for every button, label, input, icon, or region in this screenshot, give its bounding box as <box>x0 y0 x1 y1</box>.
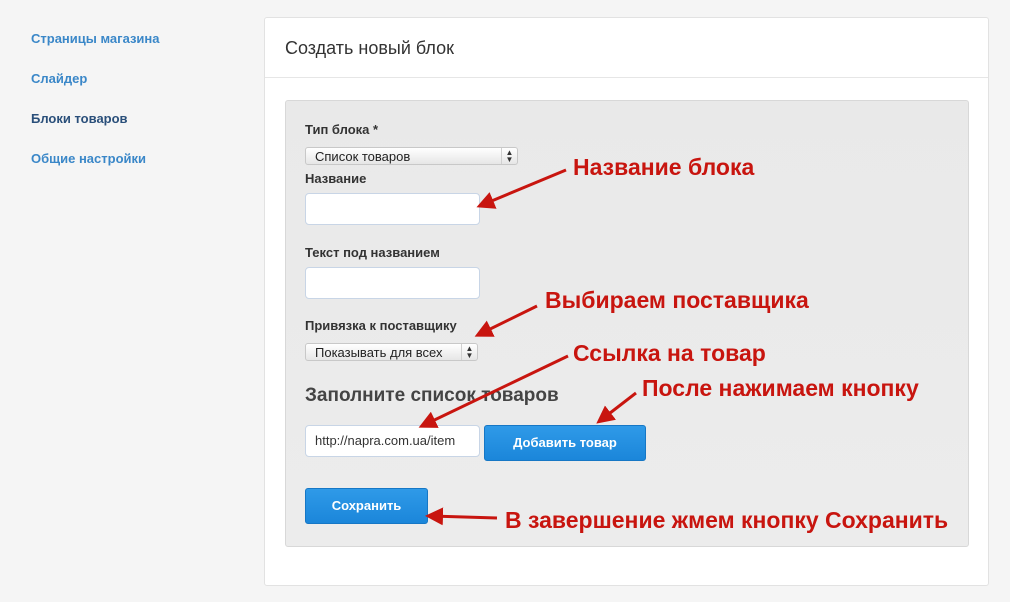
annotation-then-press: После нажимаем кнопку <box>642 375 919 401</box>
select-arrows-icon: ▲ ▼ <box>501 148 517 164</box>
add-product-button[interactable]: Добавить товар <box>484 425 646 461</box>
sidebar-item-product-blocks[interactable]: Блоки товаров <box>31 111 128 127</box>
annotation-product-link: Ссылка на товар <box>573 340 766 366</box>
annotation-finally-save: В завершение жмем кнопку Сохранить <box>505 507 949 533</box>
block-type-label: Тип блока * <box>305 122 379 137</box>
supplier-select[interactable]: Показывать для всех ▲ ▼ <box>305 343 478 361</box>
annotation-choose-supplier: Выбираем поставщика <box>545 287 809 313</box>
annotation-block-name: Название блока <box>573 154 755 180</box>
subtitle-input[interactable] <box>305 267 480 299</box>
sidebar-item-store-pages[interactable]: Страницы магазина <box>31 31 160 47</box>
supplier-value: Показывать для всех <box>315 345 443 360</box>
panel-title: Создать новый блок <box>265 18 988 78</box>
block-type-value: Список товаров <box>315 149 411 164</box>
products-section-title: Заполните список товаров <box>305 385 559 406</box>
sidebar: Страницы магазина Слайдер Блоки товаров … <box>0 0 250 602</box>
name-input[interactable] <box>305 193 480 225</box>
sidebar-item-general-settings[interactable]: Общие настройки <box>31 151 146 167</box>
product-url-input[interactable]: http://napra.com.ua/item <box>305 425 480 457</box>
select-arrows-icon: ▲ ▼ <box>461 344 477 360</box>
block-type-select[interactable]: Список товаров ▲ ▼ <box>305 147 518 165</box>
supplier-label: Привязка к поставщику <box>305 318 457 333</box>
name-label: Название <box>305 171 367 186</box>
subtitle-label: Текст под названием <box>305 245 440 260</box>
save-button[interactable]: Сохранить <box>305 488 428 524</box>
sidebar-item-slider[interactable]: Слайдер <box>31 71 87 87</box>
